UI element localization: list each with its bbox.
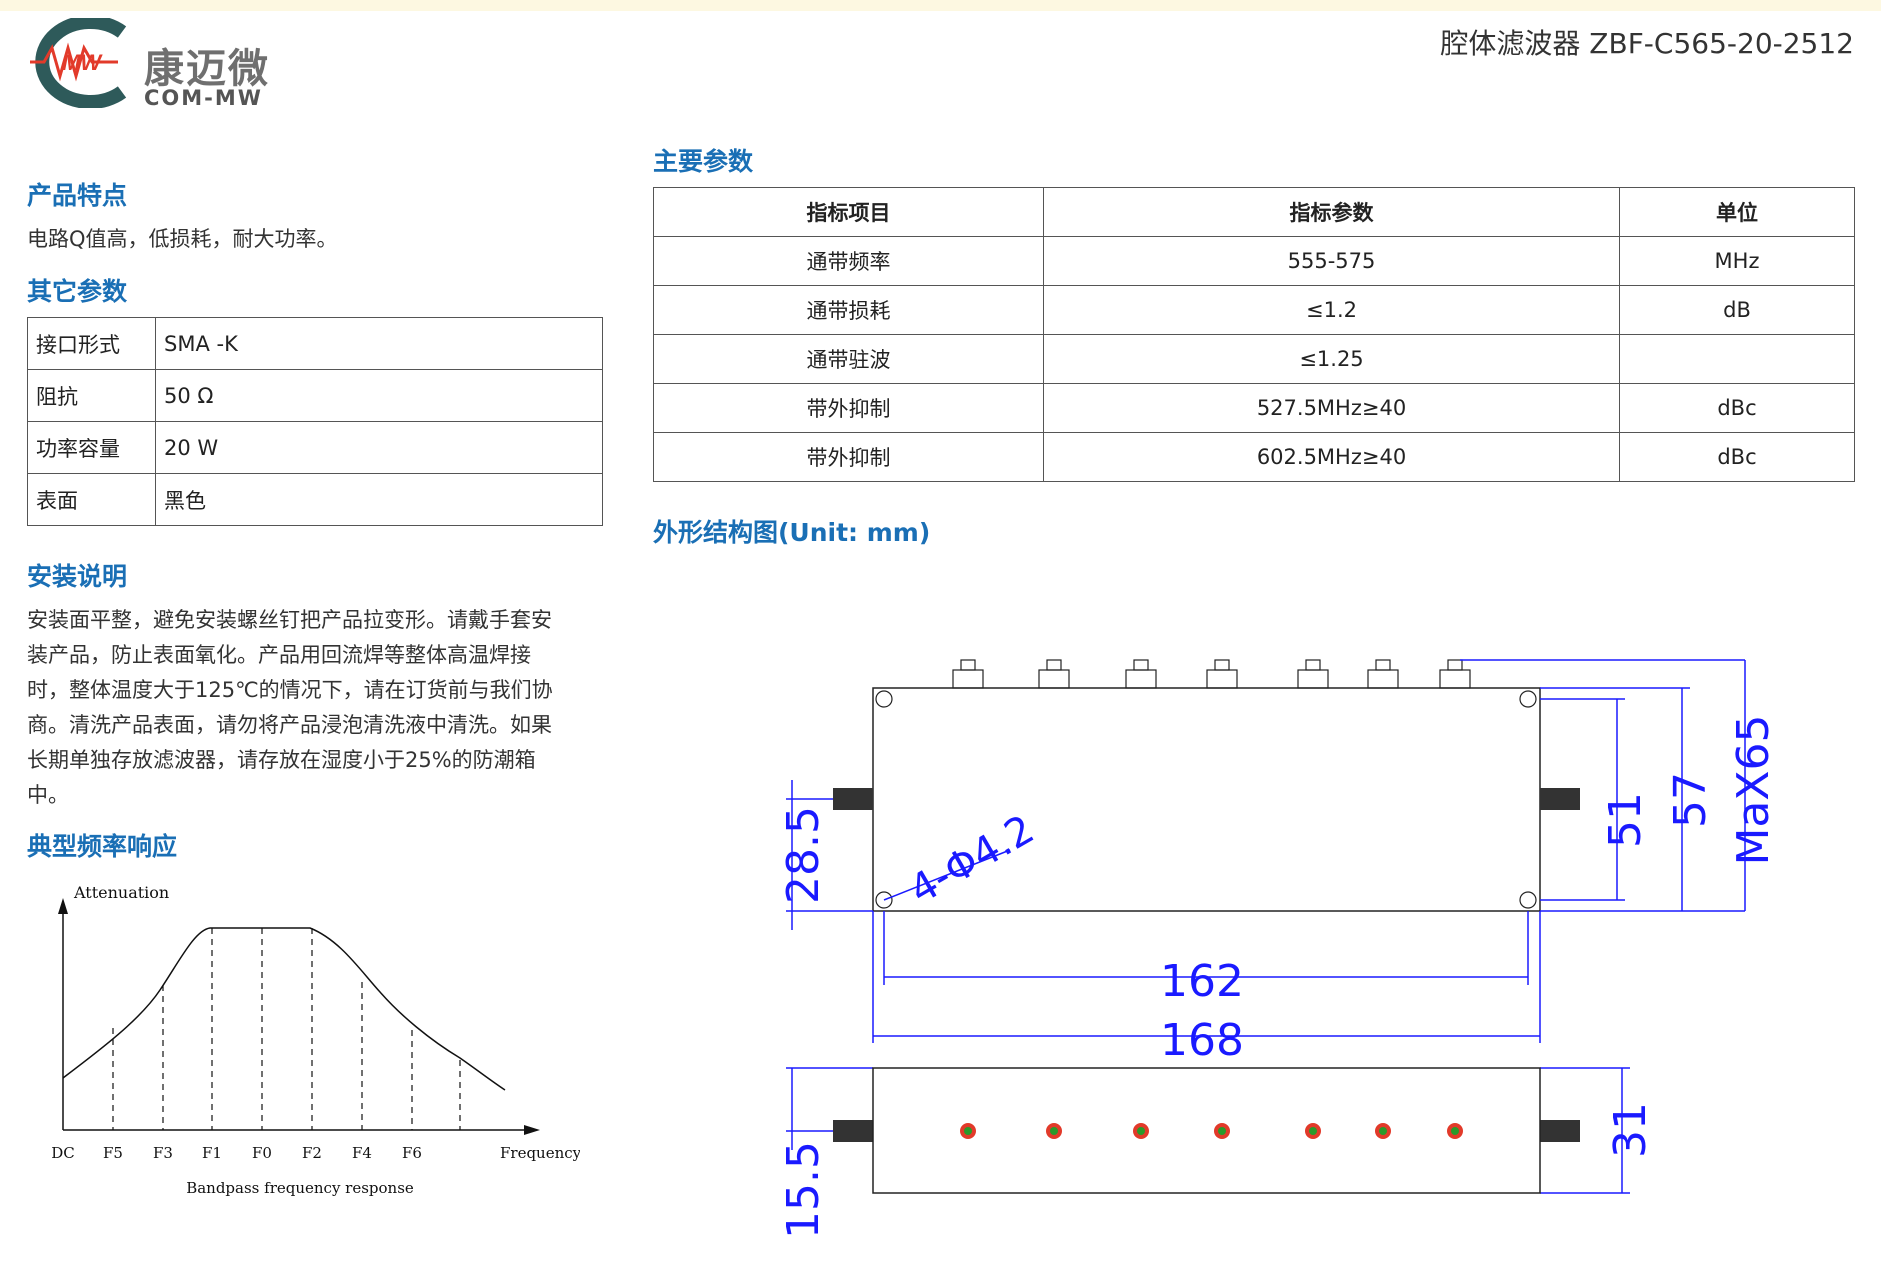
table-cell: MHz: [1619, 236, 1855, 286]
install-text: 安装面平整，避免安装螺丝钉把产品拉变形。请戴手套安 装产品，防止表面氧化。产品用…: [27, 603, 607, 813]
param-value: 50 Ω: [155, 369, 603, 422]
table-cell: [1619, 334, 1855, 384]
x-arrow-icon: [524, 1125, 540, 1135]
table-cell: ≤1.25: [1043, 334, 1620, 384]
param-label: 接口形式: [27, 317, 156, 370]
dim-max-height: MaX65: [1728, 714, 1779, 865]
table-row: 表面 黑色: [27, 473, 603, 526]
install-line: 商。清洗产品表面，请勿将产品浸泡清洗液中清洗。如果: [27, 713, 552, 737]
freq-tick-label: F0: [252, 1144, 272, 1162]
tuning-screws: [952, 659, 1471, 689]
brand-name-en: COM-MW: [144, 86, 263, 110]
dim-mid-height: 57: [1665, 772, 1716, 828]
features-heading: 产品特点: [27, 181, 128, 210]
param-label: 表面: [27, 473, 156, 526]
freq-tick-label: F3: [153, 1144, 173, 1162]
install-line: 中。: [27, 783, 69, 807]
table-header-row: 指标项目 指标参数 单位: [653, 187, 1855, 237]
logo-mark-icon: MW: [30, 18, 127, 108]
outline-drawing: 162 168 4-Φ4.2 51 57 MaX65 28.5 15.5 31: [778, 659, 1779, 1239]
freq-y-label: Attenuation: [73, 883, 169, 902]
table-cell: 602.5MHz≥40: [1043, 432, 1620, 482]
freq-response-heading: 典型频率响应: [27, 832, 178, 861]
dim-inner-width: 162: [1160, 956, 1244, 1007]
logo-letters: MW: [62, 50, 103, 75]
table-row: 通带频率 555-575 MHz: [653, 236, 1855, 286]
table-cell: 527.5MHz≥40: [1043, 383, 1620, 433]
y-arrow-icon: [58, 898, 68, 914]
dim-port-offset: 28.5: [778, 806, 829, 904]
install-line: 安装面平整，避免安装螺丝钉把产品拉变形。请戴手套安: [27, 608, 552, 632]
freq-x-label: Frequency: [500, 1144, 580, 1162]
table-row: 阻抗 50 Ω: [27, 369, 603, 422]
table-cell: 通带驻波: [653, 334, 1044, 384]
table-row: 通带驻波 ≤1.25: [653, 334, 1855, 384]
table-cell: 通带频率: [653, 236, 1044, 286]
dim-inner-height: 51: [1600, 792, 1651, 848]
column-header: 指标参数: [1043, 187, 1620, 237]
frequency-response-diagram: Attenuation DC F5 F3 F1 F0 F2 F4 F6 Freq…: [51, 883, 580, 1197]
table-cell: 带外抑制: [653, 432, 1044, 482]
table-cell: 通带损耗: [653, 285, 1044, 335]
dim-hole: 4-Φ4.2: [902, 806, 1042, 913]
product-title: 腔体滤波器 ZBF-C565-20-2512: [1440, 27, 1854, 60]
param-value: 黑色: [155, 473, 603, 526]
column-header: 指标项目: [653, 187, 1044, 237]
outline-heading: 外形结构图(Unit: mm): [653, 518, 931, 547]
top-bar: [0, 0, 1881, 11]
freq-tick-label: F5: [103, 1144, 123, 1162]
screw-head-icon: [960, 1123, 1463, 1139]
main-params-heading: 主要参数: [653, 147, 754, 176]
install-heading: 安装说明: [27, 562, 128, 591]
table-cell: dB: [1619, 285, 1855, 335]
table-cell: 带外抑制: [653, 383, 1044, 433]
table-cell: dBc: [1619, 432, 1855, 482]
freq-tick-label: DC: [51, 1144, 75, 1162]
install-line: 装产品，防止表面氧化。产品用回流焊等整体高温焊接: [27, 643, 531, 667]
table-row: 带外抑制 527.5MHz≥40 dBc: [653, 383, 1855, 433]
install-line: 长期单独存放滤波器，请存放在湿度小于25%的防潮箱: [27, 748, 536, 772]
freq-tick-label: F2: [302, 1144, 322, 1162]
column-header: 单位: [1619, 187, 1855, 237]
table-row: 带外抑制 602.5MHz≥40 dBc: [653, 432, 1855, 482]
freq-caption: Bandpass frequency response: [186, 1179, 414, 1197]
other-params-table: 接口形式 SMA -K 阻抗 50 Ω 功率容量 20 W 表面 黑色: [27, 317, 603, 526]
response-curve: [62, 927, 506, 1091]
dim-outer-width: 168: [1160, 1015, 1244, 1066]
main-params-table: 指标项目 指标参数 单位 通带频率 555-575 MHz 通带损耗 ≤1.2 dB 通…: [653, 187, 1855, 482]
param-label: 阻抗: [27, 369, 156, 422]
table-cell: dBc: [1619, 383, 1855, 433]
param-value: SMA -K: [155, 317, 603, 370]
freq-tick-label: F1: [202, 1144, 222, 1162]
table-cell: 555-575: [1043, 236, 1620, 286]
param-label: 功率容量: [27, 421, 156, 474]
table-row: 功率容量 20 W: [27, 421, 603, 474]
brand-logo[interactable]: MW 康迈微 COM-MW: [22, 18, 312, 110]
param-value: 20 W: [155, 421, 603, 474]
freq-tick-label: F4: [352, 1144, 372, 1162]
dim-side-offset: 15.5: [778, 1141, 829, 1239]
table-row: 通带损耗 ≤1.2 dB: [653, 285, 1855, 335]
dim-thickness: 31: [1605, 1102, 1656, 1158]
freq-tick-label: F6: [402, 1144, 422, 1162]
other-params-heading: 其它参数: [27, 277, 128, 306]
features-text: 电路Q值高，低损耗，耐大功率。: [27, 227, 338, 251]
table-row: 接口形式 SMA -K: [27, 317, 603, 370]
table-cell: ≤1.2: [1043, 285, 1620, 335]
install-line: 时，整体温度大于125℃的情况下，请在订货前与我们协: [27, 678, 553, 702]
